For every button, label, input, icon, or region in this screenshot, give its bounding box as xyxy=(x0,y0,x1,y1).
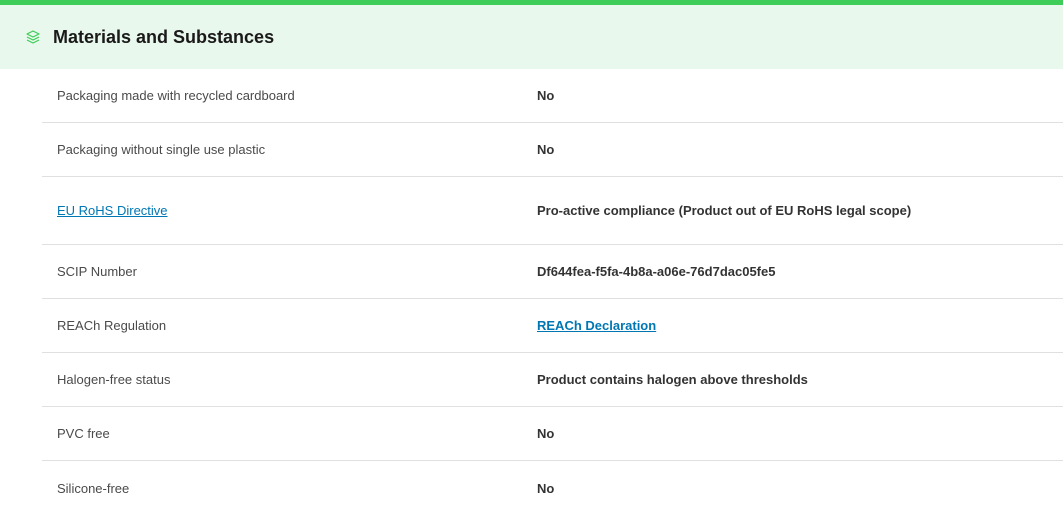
table-row: EU RoHS Directive Pro-active compliance … xyxy=(42,177,1063,245)
row-label: Packaging made with recycled cardboard xyxy=(57,88,295,103)
table-row: REACh Regulation REACh Declaration xyxy=(42,299,1063,353)
row-value: Product contains halogen above threshold… xyxy=(537,372,808,387)
row-label: Halogen-free status xyxy=(57,372,171,387)
row-value: No xyxy=(537,88,555,103)
table-row: Packaging without single use plastic No xyxy=(42,123,1063,177)
row-label: Silicone-free xyxy=(57,480,130,496)
row-value: No xyxy=(537,480,555,496)
row-label: Packaging without single use plastic xyxy=(57,142,266,157)
table-row: SCIP Number Df644fea-f5fa-4b8a-a06e-76d7… xyxy=(42,245,1063,299)
eu-rohs-link[interactable]: EU RoHS Directive xyxy=(57,203,168,218)
table-row: PVC free No xyxy=(42,407,1063,461)
attribute-table: Packaging made with recycled cardboard N… xyxy=(0,69,1063,513)
row-label: REACh Regulation xyxy=(57,318,167,333)
row-value: Df644fea-f5fa-4b8a-a06e-76d7dac05fe5 xyxy=(537,264,776,279)
row-value: No xyxy=(537,426,555,441)
layers-icon xyxy=(23,27,43,47)
table-row: Halogen-free status Product contains hal… xyxy=(42,353,1063,407)
table-row: Packaging made with recycled cardboard N… xyxy=(42,69,1063,123)
row-label: PVC free xyxy=(57,426,110,441)
table-row: Silicone-free No xyxy=(42,461,1063,513)
row-label: EU RoHS Directive xyxy=(42,203,537,218)
materials-panel: Materials and Substances Packaging made … xyxy=(0,0,1063,513)
row-value: Pro-active compliance (Product out of EU… xyxy=(537,203,912,218)
row-value: No xyxy=(537,142,555,157)
row-label: SCIP Number xyxy=(57,264,137,279)
reach-declaration-link[interactable]: REACh Declaration xyxy=(537,318,656,333)
section-header[interactable]: Materials and Substances xyxy=(0,5,1063,69)
row-value: REACh Declaration xyxy=(537,317,937,334)
section-title: Materials and Substances xyxy=(53,26,275,47)
